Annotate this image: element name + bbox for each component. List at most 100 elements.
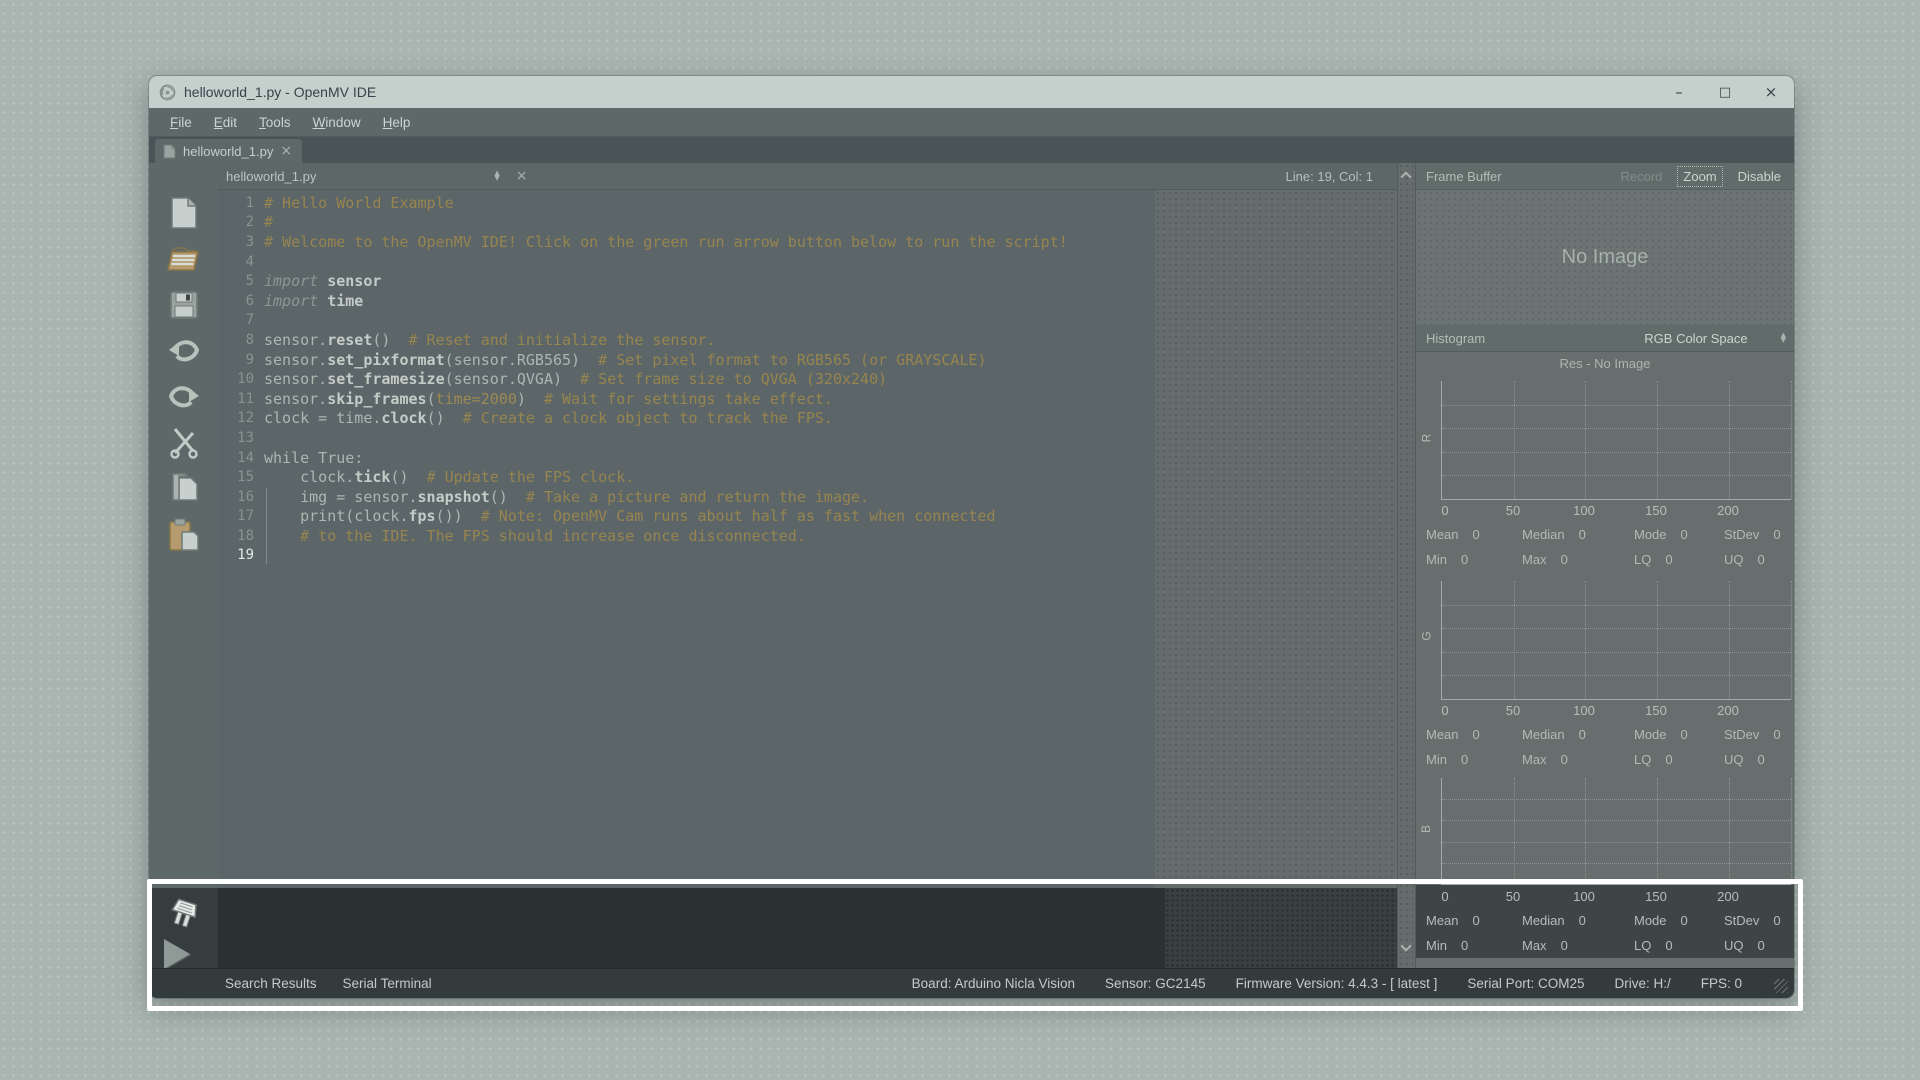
stdev-value: 0	[1773, 527, 1780, 542]
resize-grip[interactable]	[1774, 979, 1788, 993]
tab-helloworld[interactable]: helloworld_1.py ×	[155, 139, 302, 163]
title-bar[interactable]: helloworld_1.py - OpenMV IDE – □ ×	[149, 76, 1794, 108]
paste-button[interactable]	[162, 514, 206, 556]
document-selector-spinner-icon[interactable]: ▲▼	[494, 171, 499, 181]
color-space-spinner-icon[interactable]: ▲▼	[1781, 333, 1786, 343]
median-value: 0	[1579, 913, 1586, 928]
openmv-logo-icon	[159, 84, 176, 101]
x-ticks-g: 0 50 100 150 200	[1441, 700, 1791, 722]
undo-arrow-icon	[167, 338, 201, 364]
disable-button[interactable]: Disable	[1733, 167, 1786, 186]
mean-value: 0	[1473, 727, 1480, 742]
new-file-button[interactable]	[162, 192, 206, 234]
scroll-down-icon[interactable]	[1400, 940, 1411, 951]
line-number: 6	[218, 293, 254, 309]
save-floppy-icon	[169, 290, 199, 320]
uq-value: 0	[1758, 938, 1765, 953]
scroll-up-icon[interactable]	[1400, 171, 1411, 182]
median-value: 0	[1579, 527, 1586, 542]
lq-value: 0	[1665, 552, 1672, 567]
menu-bar: File Edit Tools Window Help	[149, 108, 1794, 137]
line-number: 14	[218, 450, 254, 466]
document-tab-bar: helloworld_1.py ×	[149, 137, 1794, 163]
open-file-button[interactable]	[162, 238, 206, 280]
undo-button[interactable]	[162, 330, 206, 372]
minimize-button[interactable]: –	[1656, 76, 1702, 108]
menu-help[interactable]: Help	[374, 112, 420, 133]
menu-file[interactable]: File	[161, 112, 201, 133]
frame-buffer-panel: Frame Buffer Record Zoom Disable No Imag…	[1415, 163, 1794, 968]
line-number: 1	[218, 195, 254, 211]
cursor-position-status: Line: 19, Col: 1	[1286, 169, 1373, 184]
copy-icon	[169, 472, 199, 506]
line-number: 12	[218, 410, 254, 426]
x-ticks-b: 0 50 100 150 200	[1441, 886, 1791, 908]
code-editor[interactable]: 1# Hello World Example2#3# Welcome to th…	[218, 190, 1397, 888]
document-close-icon[interactable]: ×	[516, 168, 528, 184]
mode-value: 0	[1681, 727, 1688, 742]
max-value: 0	[1561, 752, 1568, 767]
tab-search-results[interactable]: Search Results	[225, 976, 317, 991]
cut-button[interactable]	[162, 422, 206, 464]
menu-edit[interactable]: Edit	[205, 112, 246, 133]
left-toolbar	[149, 163, 218, 968]
redo-button[interactable]	[162, 376, 206, 418]
code-line: 15 clock.tick() # Update the FPS clock.	[218, 467, 1397, 487]
save-file-button[interactable]	[162, 284, 206, 326]
line-number: 8	[218, 332, 254, 348]
menu-tools[interactable]: Tools	[250, 112, 300, 133]
line-number: 10	[218, 371, 254, 387]
code-line: 12clock = time.clock() # Create a clock …	[218, 409, 1397, 429]
stats-row1-g: Mean0 Median0 Mode0 StDev0	[1416, 722, 1794, 747]
color-space-select[interactable]: RGB Color Space	[1639, 329, 1752, 348]
tab-serial-terminal[interactable]: Serial Terminal	[343, 976, 432, 991]
redo-arrow-icon	[167, 384, 201, 410]
code-line: 11sensor.skip_frames(time=2000) # Wait f…	[218, 389, 1397, 409]
channel-label-r: R	[1419, 433, 1433, 442]
mean-value: 0	[1473, 527, 1480, 542]
close-button[interactable]: ×	[1748, 76, 1794, 108]
histogram-plot-g	[1441, 581, 1791, 700]
editor-toolbar: helloworld_1.py ▲▼ × Line: 19, Col: 1	[218, 163, 1397, 190]
lq-value: 0	[1665, 752, 1672, 767]
code-line: 2#	[218, 213, 1397, 233]
max-value: 0	[1561, 938, 1568, 953]
connect-button[interactable]	[164, 898, 206, 934]
no-image-placeholder: No Image	[1562, 246, 1649, 269]
record-button[interactable]: Record	[1615, 167, 1667, 186]
line-number: 7	[218, 312, 254, 328]
menu-window[interactable]: Window	[304, 112, 370, 133]
run-script-button[interactable]	[164, 939, 190, 969]
zoom-button[interactable]: Zoom	[1677, 166, 1722, 187]
tab-label: helloworld_1.py	[183, 144, 273, 159]
code-line: 14while True:	[218, 448, 1397, 468]
line-number: 15	[218, 469, 254, 485]
document-selector[interactable]: helloworld_1.py	[226, 169, 316, 184]
stats-row2-g: Min0 Max0 LQ0 UQ0	[1416, 747, 1794, 772]
histogram-title: Histogram	[1426, 331, 1485, 346]
histogram-header: Histogram RGB Color Space ▲▼	[1416, 325, 1794, 352]
editor-scrollbar[interactable]	[1397, 163, 1415, 968]
uq-value: 0	[1758, 752, 1765, 767]
copy-button[interactable]	[162, 468, 206, 510]
mean-value: 0	[1473, 913, 1480, 928]
line-number: 9	[218, 352, 254, 368]
status-board: Board: Arduino Nicla Vision	[912, 976, 1075, 991]
fold-guide	[266, 488, 267, 564]
mode-value: 0	[1681, 913, 1688, 928]
channel-label-b: B	[1419, 824, 1433, 832]
maximize-button[interactable]: □	[1702, 76, 1748, 108]
stats-row2-b: Min0 Max0 LQ0 UQ0	[1416, 933, 1794, 958]
tab-close-icon[interactable]: ×	[280, 143, 292, 159]
code-line: 1# Hello World Example	[218, 193, 1397, 213]
line-number: 4	[218, 254, 254, 270]
min-value: 0	[1461, 938, 1468, 953]
serial-terminal-output[interactable]	[218, 888, 1165, 968]
stdev-value: 0	[1773, 727, 1780, 742]
code-lines: 1# Hello World Example2#3# Welcome to th…	[218, 193, 1397, 565]
histogram-channel-g: G 0 50 100 150 200 Mean0 Median0 Mod	[1416, 572, 1794, 772]
lq-value: 0	[1665, 938, 1672, 953]
dock-resize-area	[1165, 888, 1397, 968]
window-title: helloworld_1.py - OpenMV IDE	[184, 84, 376, 100]
stats-row1-b: Mean0 Median0 Mode0 StDev0	[1416, 908, 1794, 933]
